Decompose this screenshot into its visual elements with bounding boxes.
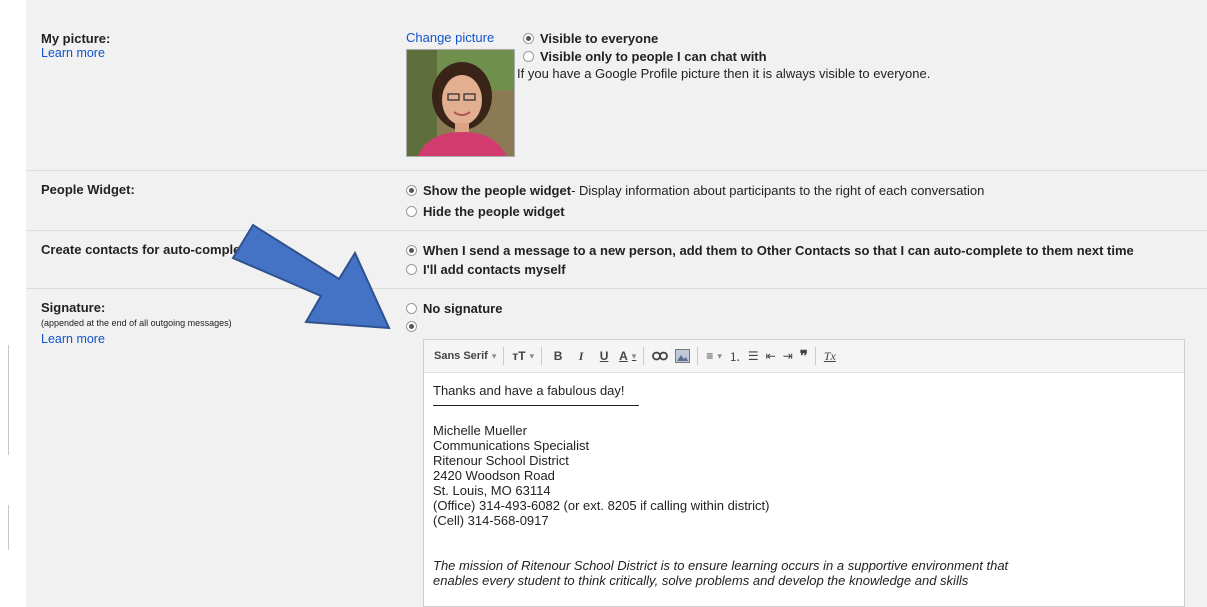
toolbar-divider: [541, 347, 543, 365]
contacts-row: Create contacts for auto-complete: When …: [26, 230, 1207, 289]
custom-signature-radio[interactable]: [406, 321, 417, 332]
left-edge-line-2: [8, 505, 9, 550]
visible-everyone-option[interactable]: Visible to everyone: [523, 31, 658, 46]
custom-signature-option[interactable]: [406, 321, 423, 332]
visible-everyone-radio[interactable]: [523, 33, 534, 44]
signature-line: St. Louis, MO 63114: [433, 483, 551, 498]
manual-contacts-radio[interactable]: [406, 264, 417, 275]
no-signature-radio[interactable]: [406, 303, 417, 314]
show-people-widget-option[interactable]: Show the people widget - Display informa…: [406, 183, 984, 198]
show-people-widget-radio[interactable]: [406, 185, 417, 196]
picture-learn-more-link[interactable]: Learn more: [41, 46, 105, 60]
align-icon[interactable]: ≡ ▾: [706, 345, 722, 367]
signature-mission: The mission of Ritenour School District …: [433, 558, 1009, 588]
change-picture-link[interactable]: Change picture: [406, 30, 494, 45]
underline-icon[interactable]: U: [596, 345, 612, 367]
numbered-list-icon[interactable]: ⒈: [729, 345, 741, 367]
font-family-select[interactable]: Sans Serif ▾: [434, 345, 496, 367]
hide-people-widget-option[interactable]: Hide the people widget: [406, 204, 565, 219]
remove-formatting-icon[interactable]: Tx: [824, 345, 836, 367]
signature-line: Thanks and have a fabulous day!: [433, 383, 625, 398]
signature-label: Signature:: [41, 300, 106, 315]
profile-photo[interactable]: [406, 49, 515, 157]
bold-icon[interactable]: B: [550, 345, 566, 367]
insert-image-icon[interactable]: [675, 345, 691, 367]
hide-people-widget-radio[interactable]: [406, 206, 417, 217]
signature-line: 2420 Woodson Road: [433, 468, 555, 483]
profile-picture-note: If you have a Google Profile picture the…: [517, 66, 931, 81]
visible-chat-option[interactable]: Visible only to people I can chat with: [523, 49, 767, 64]
signature-text[interactable]: Thanks and have a fabulous day! Michelle…: [424, 373, 1184, 598]
signature-rule: [433, 398, 639, 406]
indent-less-icon[interactable]: ⇤: [766, 345, 776, 367]
no-signature-option[interactable]: No signature: [406, 301, 502, 316]
signature-line: Ritenour School District: [433, 453, 569, 468]
italic-icon[interactable]: I: [573, 345, 589, 367]
bulleted-list-icon[interactable]: ☰: [748, 345, 759, 367]
toolbar-divider: [503, 347, 505, 365]
signature-editor[interactable]: Sans Serif ▾ тТ ▾ B I U A ▾ ≡ ▾ ⒈ ☰ ⇤ ⇥ ❞ Tx…: [423, 339, 1185, 607]
signature-learn-more-link[interactable]: Learn more: [41, 332, 105, 346]
signature-line: Communications Specialist: [433, 438, 590, 453]
contacts-label: Create contacts for auto-complete:: [41, 242, 257, 257]
font-size-icon[interactable]: тТ ▾: [512, 345, 534, 367]
picture-row: My picture: Learn more Change picture Vi…: [26, 0, 1207, 171]
auto-add-contacts-option[interactable]: When I send a message to a new person, a…: [406, 243, 1134, 258]
chevron-down-icon: ▾: [529, 350, 535, 361]
manual-contacts-option[interactable]: I'll add contacts myself: [406, 262, 566, 277]
link-icon[interactable]: [652, 345, 669, 367]
signature-sublabel: (appended at the end of all outgoing mes…: [41, 318, 232, 328]
chevron-down-icon: ▾: [491, 350, 497, 361]
people-widget-label: People Widget:: [41, 182, 135, 197]
quote-icon[interactable]: ❞: [800, 345, 808, 367]
editor-toolbar: Sans Serif ▾ тТ ▾ B I U A ▾ ≡ ▾ ⒈ ☰ ⇤ ⇥ ❞ Tx: [424, 340, 1184, 373]
signature-line: Michelle Mueller: [433, 423, 527, 438]
toolbar-divider: [814, 347, 816, 365]
visible-chat-radio[interactable]: [523, 51, 534, 62]
toolbar-divider: [643, 347, 645, 365]
signature-line: (Cell) 314-568-0917: [433, 513, 549, 528]
text-color-icon[interactable]: A ▾: [619, 345, 636, 367]
signature-line: (Office) 314-493-6082 (or ext. 8205 if c…: [433, 498, 770, 513]
people-widget-row: People Widget: Show the people widget - …: [26, 170, 1207, 231]
profile-photo-image: [407, 50, 514, 156]
chevron-down-icon: ▾: [717, 350, 722, 361]
chevron-down-icon: ▾: [631, 350, 637, 361]
indent-more-icon[interactable]: ⇥: [783, 345, 793, 367]
auto-add-contacts-radio[interactable]: [406, 245, 417, 256]
left-edge-line: [8, 345, 9, 455]
picture-label: My picture:: [41, 31, 111, 46]
toolbar-divider: [697, 347, 699, 365]
